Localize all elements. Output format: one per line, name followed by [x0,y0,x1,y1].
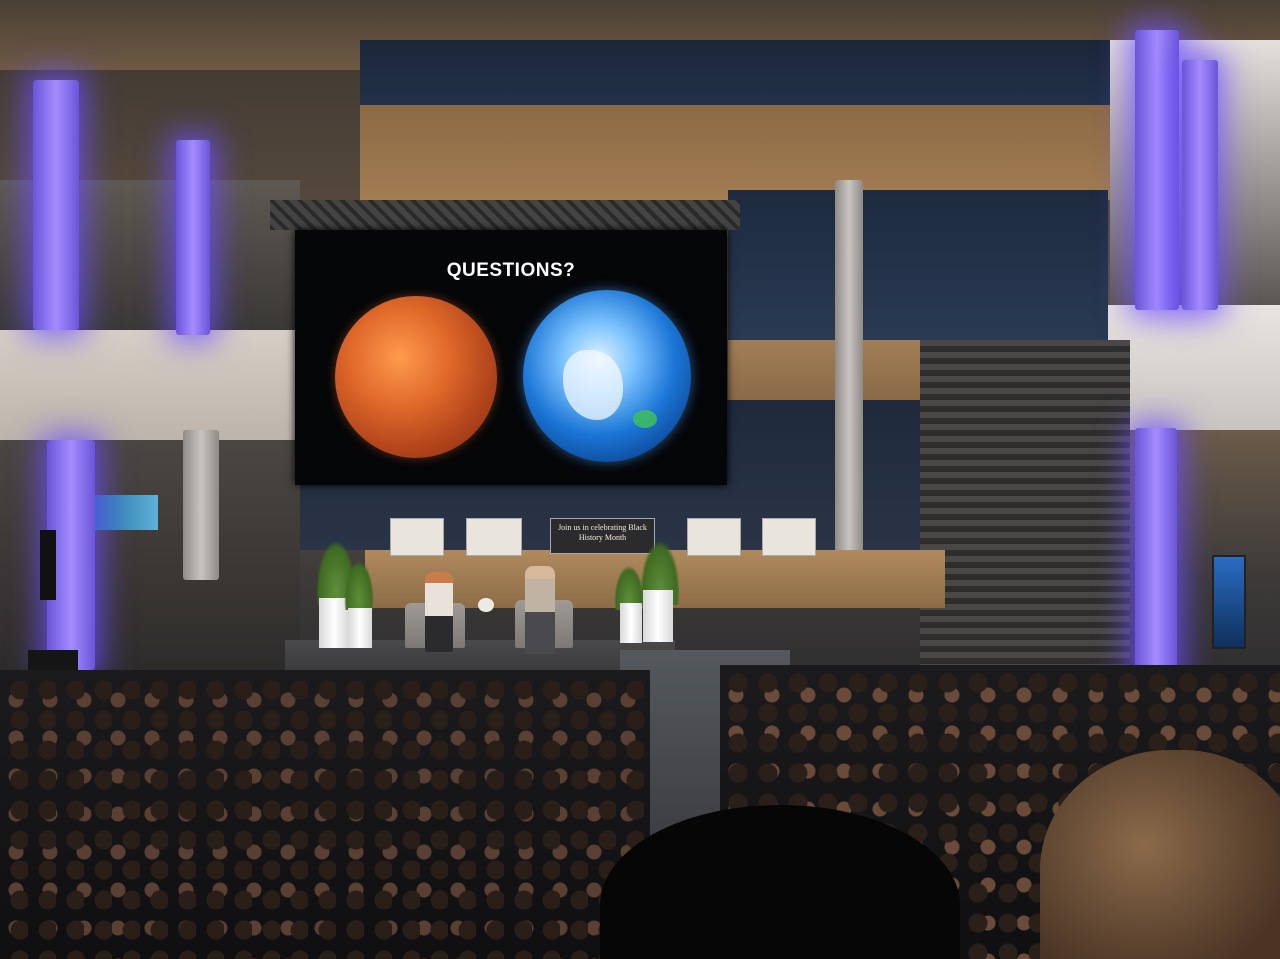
planter-right-2 [643,590,673,642]
speaker-right [525,566,555,654]
screen-title: QUESTIONS? [446,260,576,281]
upper-windows [360,40,1120,110]
audience-left-section [0,670,650,959]
banner-portrait-2 [466,518,522,556]
lighting-truss [270,200,740,230]
left-wall-display [90,495,158,530]
digital-kiosk [1212,555,1246,649]
left-balcony [0,330,300,440]
banner-row: Join us in celebrating Black History Mon… [390,518,820,558]
banner-portrait-4 [762,518,816,556]
back-windows [728,190,1108,340]
banner-portrait-1 [390,518,444,556]
banner-portrait-3 [687,518,741,556]
planter-left-2 [348,608,372,648]
pillar-right-upper [1135,30,1179,310]
presentation-screen: QUESTIONS? [295,230,727,485]
table-flowers [478,598,494,612]
pillar-left-mid [176,140,210,335]
pa-speaker [40,530,56,600]
mars-planet-image [335,296,497,458]
event-atrium-photo: QUESTIONS? Join us in celebrating Black … [0,0,1280,959]
pillar-center [835,180,863,560]
staircase [920,340,1130,670]
pillar-right-back [1182,60,1218,310]
pillar-left-upper [33,80,79,330]
pillar-right-lower [1135,428,1177,688]
plant-left-2 [344,560,374,610]
upper-wood-balcony [360,105,1130,200]
planter-right-1 [620,603,642,643]
speaker-left [425,572,453,652]
pillar-left-mid-lower [183,430,219,580]
earth-land-patch [633,410,657,428]
right-curved-balcony [1108,305,1280,430]
